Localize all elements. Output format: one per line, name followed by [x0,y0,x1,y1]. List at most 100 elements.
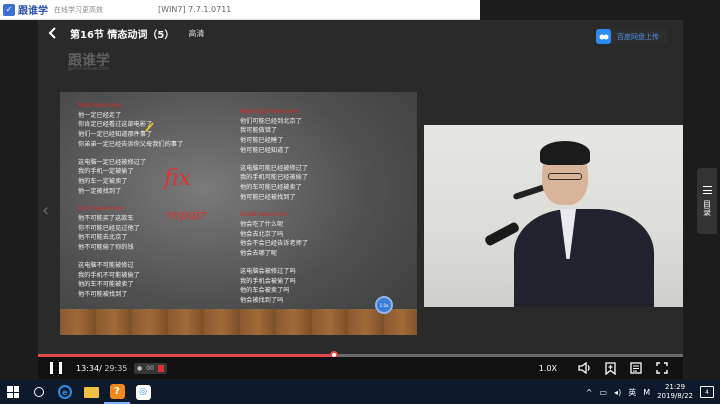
app-logo: ✓ 跟谁学 [3,2,48,17]
windows-logo-icon [7,386,19,398]
slide-line: 他一定已经走了 [78,111,122,119]
windows-taskbar: e ? ◎ ^ ▭ ◂) 英 M 21:29 2019/8/22 4 [0,380,720,404]
record-stop-icon[interactable] [157,365,164,372]
genshuixue-app-icon: ? [109,383,125,399]
back-button[interactable] [40,20,64,46]
toolbar-dot-icon: ● [137,365,143,372]
fullscreen-icon[interactable] [655,361,669,375]
slide-left-column: Must have done 他一定已经走了 你肯定已经看过这部电影了 他们一定… [78,101,238,300]
clock-time: 21:29 [664,383,686,391]
toolbar-counter: 00 [146,365,154,372]
speed-button[interactable]: 1.0X [539,364,557,373]
slide-line: 这电脑不可能被修过 [78,261,134,269]
control-bar: 13:34/ 29:35 ● 00 1.0X [38,357,683,379]
taskbar-edge[interactable]: e [52,380,78,404]
slide-line: 我的手机会被偷了吗 [240,277,296,285]
slide-line: 他不可能去北京了 [78,234,128,242]
search-circle-icon [34,387,44,397]
notification-count: 4 [705,388,709,396]
slide-line: 这电脑会被修过了吗 [240,267,296,275]
slide-heading: Could have done [240,211,287,219]
tray-chevron-up-icon[interactable]: ^ [586,388,593,397]
app-slogan: 在线学习更高效 [54,5,103,14]
total-time: 29:35 [104,363,128,373]
edge-browser-icon: e [58,385,72,399]
slide-right-column: May/might have done 他们可能已经到北京了 我可能做错了 他可… [240,107,400,306]
logo-mark-icon: ✓ [3,3,15,16]
catalog-label: 目录 [702,200,712,216]
slide-line: 他的车一定被卖了 [78,177,128,185]
tray-speaker-icon[interactable]: ◂) [614,388,621,397]
slide-line: 你弟弟一定已经告诉你父母我们的事了 [78,140,184,148]
slide-floor [60,309,417,335]
slide-heading: Can't have done [78,205,123,213]
volume-icon[interactable] [577,361,591,375]
screen: ✓ 跟谁学 在线学习更高效 [WIN7] 7.7.1.0711 第16节 情态动… [0,0,720,404]
slide-line: 他们可能已经到北京了 [240,117,302,125]
taskbar-explorer[interactable] [78,380,104,404]
slide-line: 他一定被找到了 [78,187,122,195]
current-time: 13:34 [76,363,100,373]
tray-ime-label[interactable]: 英 [628,387,636,398]
handwritten-repair: repair [166,208,207,223]
lesson-title: 第16节 情态动词（5） [70,29,175,41]
slide-line: 他们一定已经知道那件事了 [78,131,153,139]
slide-line: 他的车会被卖了吗 [240,287,290,295]
cloud-upload-button[interactable]: 百度网盘上传 [596,29,667,44]
taskbar-genshuixue[interactable]: ? [104,380,130,404]
time-display: 13:34/ 29:35 [76,364,127,373]
app-title-bar: ✓ 跟谁学 在线学习更高效 [WIN7] 7.7.1.0711 [0,0,720,20]
app-bar-dark-region [480,0,720,20]
folder-icon [83,386,99,398]
taskbar-search[interactable] [26,380,52,404]
slide-line: 他会吃了什么呢 [240,221,284,229]
prev-arrow-icon[interactable]: ‹ [42,200,49,221]
slide-line: 他的车可能已经被卖了 [240,183,302,191]
player-header: 第16节 情态动词（5） 高清 百度网盘上传 [38,20,683,46]
start-button[interactable] [0,380,26,404]
system-tray: ^ ▭ ◂) 英 M 21:29 2019/8/22 4 [586,380,720,404]
slide-heading: Must have done [78,102,123,109]
slide-line: 他可能已经知道了 [240,146,290,154]
lecture-slide: Must have done 他一定已经走了 你肯定已经看过这部电影了 他们一定… [60,92,417,335]
slide-heading: May/might have done [240,108,300,115]
video-player[interactable]: 第16节 情态动词（5） 高清 百度网盘上传 跟谁学 genshuixue.co… [38,20,683,359]
teacher-hair [540,141,590,165]
bookmark-icon[interactable] [603,361,617,375]
clock-date: 2019/8/22 [657,392,693,400]
slide-line: 你肯定已经看过这部电影了 [78,121,153,129]
taskbar-baidu-pan[interactable]: ◎ [130,380,156,404]
slide-line: 他会去哪了呢 [240,250,278,258]
slide-line: 我的手机一定被偷了 [78,168,134,176]
tray-usb-icon[interactable]: ▭ [599,388,607,397]
slide-line: 他会不会已经告诉老师了 [240,240,309,248]
slide-line: 你不可能已经见过他了 [78,224,140,232]
slide-line: 我可能做错了 [240,127,278,135]
quality-selector[interactable]: 高清 [188,28,204,39]
catalog-tab[interactable]: 目录 [697,168,717,234]
notes-icon[interactable] [629,361,643,375]
window-title: [WIN7] 7.7.1.0711 [158,5,232,14]
slide-line: 他的车不可能被卖了 [78,281,134,289]
teacher-glasses [548,173,582,180]
tray-input-badge[interactable]: M [643,388,650,397]
slide-line: 他不可能被找到了 [78,290,128,298]
notification-center-icon[interactable]: 4 [700,386,714,398]
watermark-sub: genshuixue.com [68,66,110,72]
pause-icon [50,362,53,374]
slide-line: 他不可能买了这款车 [78,215,134,223]
cloud-icon [596,29,611,44]
handwritten-fix: fix [164,166,192,191]
baidu-pan-icon: ◎ [135,384,151,400]
pointer-badge: 1.0x [375,296,393,314]
cloud-upload-label: 百度网盘上传 [617,32,659,41]
pause-button[interactable] [50,362,62,374]
slide-line: 他不可能偷了你的钱 [78,244,134,252]
recording-toolbar[interactable]: ● 00 [134,363,167,374]
slide-line: 他可能已经睡了 [240,137,284,145]
time-separator: / [99,363,102,373]
pen-mark-icon [145,122,154,132]
chevron-left-icon [48,27,56,39]
slide-line: 他会去北京了吗 [240,230,284,238]
taskbar-clock[interactable]: 21:29 2019/8/22 [657,383,693,401]
